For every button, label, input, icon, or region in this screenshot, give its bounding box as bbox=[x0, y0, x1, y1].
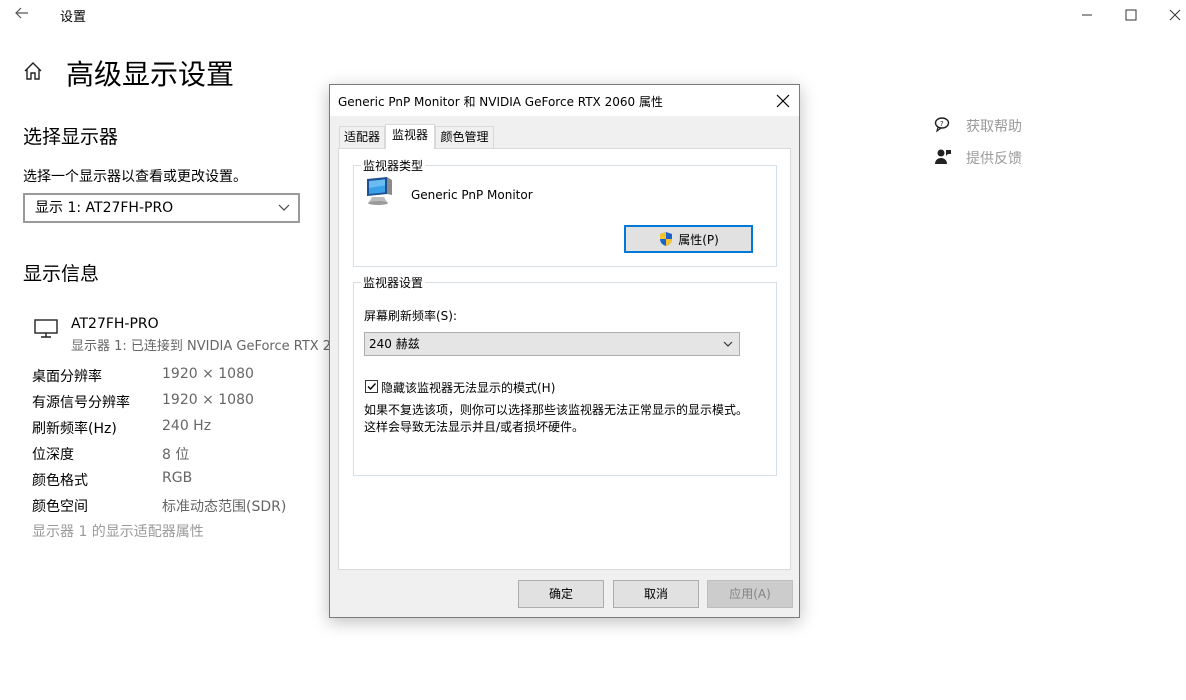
hide-modes-note-line1: 如果不复选该项，则你可以选择那些该监视器无法正常显示的显示模式。 bbox=[364, 403, 749, 417]
tab-monitor[interactable]: 监视器 bbox=[385, 124, 435, 149]
hide-modes-note: 如果不复选该项，则你可以选择那些该监视器无法正常显示的显示模式。 这样会导致无法… bbox=[364, 402, 748, 436]
adapter-properties-link[interactable]: 显示器 1 的显示适配器属性 bbox=[32, 521, 204, 541]
settings-titlebar: 设置 bbox=[0, 0, 1186, 30]
back-arrow-icon[interactable] bbox=[14, 5, 32, 23]
info-value: 1920 × 1080 bbox=[162, 392, 254, 408]
info-value: 1920 × 1080 bbox=[162, 366, 254, 382]
home-icon[interactable] bbox=[22, 60, 44, 82]
maximize-icon bbox=[1125, 9, 1137, 21]
monitor-connection: 显示器 1: 已连接到 NVIDIA GeForce RTX 20 bbox=[71, 339, 340, 354]
properties-button[interactable]: 属性(P) bbox=[624, 225, 753, 253]
monitor-settings-legend: 监视器设置 bbox=[361, 274, 426, 291]
maximize-button[interactable] bbox=[1108, 0, 1154, 30]
info-key: 位深度 bbox=[32, 447, 74, 463]
help-chat-icon: ? bbox=[934, 116, 952, 134]
info-value: RGB bbox=[162, 470, 193, 486]
monitor-properties-dialog: Generic PnP Monitor 和 NVIDIA GeForce RTX… bbox=[329, 84, 800, 618]
feedback-person-icon bbox=[934, 148, 952, 166]
info-key: 颜色空间 bbox=[32, 499, 88, 515]
select-display-description: 选择一个显示器以查看或更改设置。 bbox=[23, 169, 247, 185]
info-value: 240 Hz bbox=[162, 418, 212, 434]
feedback-label: 提供反馈 bbox=[966, 151, 1022, 167]
cancel-button[interactable]: 取消 bbox=[613, 580, 699, 608]
info-key: 刷新频率(Hz) bbox=[32, 421, 117, 437]
refresh-rate-label: 屏幕刷新频率(S): bbox=[364, 309, 458, 323]
info-key: 颜色格式 bbox=[32, 473, 88, 489]
select-display-heading: 选择显示器 bbox=[23, 126, 119, 148]
get-help-label: 获取帮助 bbox=[966, 119, 1022, 135]
svg-text:?: ? bbox=[940, 120, 944, 128]
monitor-name: AT27FH-PRO bbox=[71, 316, 159, 332]
minimize-icon bbox=[1082, 14, 1092, 16]
ok-button[interactable]: 确定 bbox=[518, 580, 604, 608]
hide-modes-note-line2: 这样会导致无法显示并且/或者损坏硬件。 bbox=[364, 420, 585, 434]
display-dropdown-value: 显示 1: AT27FH-PRO bbox=[35, 200, 174, 216]
feedback-link[interactable]: 提供反馈 bbox=[934, 148, 1054, 168]
hide-modes-label[interactable]: 隐藏该监视器无法显示的模式(H) bbox=[381, 379, 555, 396]
info-row-color-format: 颜色格式 RGB bbox=[32, 470, 332, 492]
tab-adapter[interactable]: 适配器 bbox=[339, 126, 385, 148]
properties-button-label: 属性(P) bbox=[678, 232, 719, 247]
info-row-refresh-rate: 刷新频率(Hz) 240 Hz bbox=[32, 418, 332, 440]
close-icon bbox=[776, 94, 790, 108]
chevron-down-icon bbox=[278, 195, 290, 230]
uac-shield-icon bbox=[658, 231, 674, 247]
hide-modes-checkbox[interactable] bbox=[365, 380, 378, 393]
info-row-active-signal-resolution: 有源信号分辨率 1920 × 1080 bbox=[32, 392, 332, 414]
get-help-link[interactable]: ? 获取帮助 bbox=[934, 116, 1054, 136]
tab-color-management[interactable]: 颜色管理 bbox=[435, 126, 494, 148]
info-value: 8 位 bbox=[162, 447, 190, 463]
info-row-desktop-resolution: 桌面分辨率 1920 × 1080 bbox=[32, 366, 332, 388]
refresh-rate-value: 240 赫兹 bbox=[369, 337, 420, 351]
close-icon bbox=[1169, 9, 1181, 21]
display-info-heading: 显示信息 bbox=[23, 263, 100, 285]
monitor-type-name: Generic PnP Monitor bbox=[411, 188, 533, 202]
dialog-title: Generic PnP Monitor 和 NVIDIA GeForce RTX… bbox=[338, 95, 663, 109]
monitor-device-icon bbox=[364, 175, 396, 207]
chevron-down-icon bbox=[723, 333, 733, 363]
info-value: 标准动态范围(SDR) bbox=[162, 499, 287, 515]
dialog-titlebar: Generic PnP Monitor 和 NVIDIA GeForce RTX… bbox=[330, 85, 799, 116]
display-dropdown[interactable]: 显示 1: AT27FH-PRO bbox=[23, 193, 300, 223]
checkmark-icon bbox=[367, 383, 377, 391]
info-row-color-space: 颜色空间 标准动态范围(SDR) bbox=[32, 496, 332, 518]
apply-button[interactable]: 应用(A) bbox=[707, 580, 793, 608]
close-button[interactable] bbox=[1152, 0, 1186, 30]
info-key: 有源信号分辨率 bbox=[32, 395, 130, 411]
monitor-type-legend: 监视器类型 bbox=[361, 157, 426, 174]
minimize-button[interactable] bbox=[1064, 0, 1110, 30]
info-key: 桌面分辨率 bbox=[32, 369, 102, 385]
refresh-rate-dropdown[interactable]: 240 赫兹 bbox=[364, 332, 740, 356]
page-title: 高级显示设置 bbox=[66, 58, 235, 91]
monitor-icon bbox=[33, 319, 59, 339]
info-row-bit-depth: 位深度 8 位 bbox=[32, 444, 332, 466]
dialog-close-button[interactable] bbox=[770, 88, 796, 114]
window-title: 设置 bbox=[60, 10, 87, 25]
